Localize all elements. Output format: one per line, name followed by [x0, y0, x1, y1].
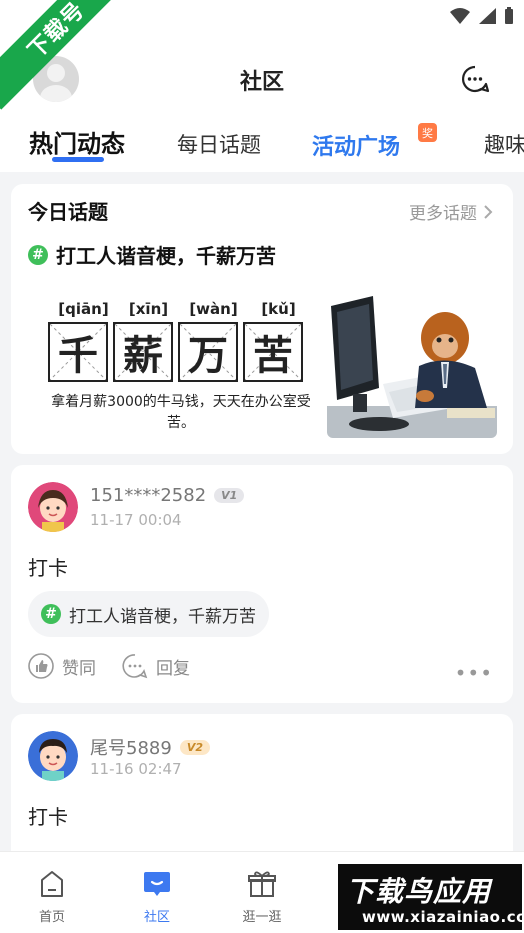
pinyin-row: [qiān] [xīn] [wàn] [kǔ]: [51, 300, 311, 318]
like-label: 赞同: [62, 658, 96, 679]
username[interactable]: 尾号5889: [90, 734, 172, 760]
topic-illustration: [327, 296, 497, 438]
pinyin: [qiān]: [58, 300, 109, 318]
user-avatar[interactable]: [28, 482, 78, 532]
page-title: 社区: [239, 70, 284, 95]
pinyin: [kǔ]: [261, 300, 296, 318]
nav-explore[interactable]: 逛一逛: [232, 868, 292, 925]
char-box: 薪: [113, 322, 173, 382]
character-grid: 千 薪 万 苦: [48, 322, 303, 382]
username[interactable]: 151****2582: [90, 485, 206, 506]
monkey-at-desk-illustration: [327, 296, 497, 438]
more-topics-label: 更多话题: [409, 204, 477, 224]
char-box: 万: [178, 322, 238, 382]
app-header: 社区: [0, 34, 524, 124]
topic-headline[interactable]: # 打工人谐音梗，千薪万苦: [28, 240, 276, 269]
hashtag-icon: #: [41, 604, 61, 624]
community-icon: [144, 872, 170, 896]
chat-bubble-icon: [462, 65, 490, 93]
reply-button[interactable]: 回复: [122, 653, 190, 679]
char: 薪: [123, 332, 163, 379]
hashtag-icon: #: [28, 244, 48, 265]
post-user-row: 151****2582 V1: [90, 485, 245, 506]
tab-daily-topic[interactable]: 每日话题: [177, 129, 261, 159]
nav-community[interactable]: 社区: [127, 868, 187, 925]
wifi-icon: [450, 8, 470, 24]
tab-active-indicator: [52, 157, 104, 162]
nav-home[interactable]: 首页: [22, 868, 82, 925]
tab-hot[interactable]: 热门动态: [29, 124, 125, 159]
pinyin: [xīn]: [128, 300, 169, 318]
award-badge: 奖: [418, 123, 437, 142]
tab-fun[interactable]: 趣味: [484, 129, 524, 159]
nav-community-label: 社区: [143, 910, 170, 925]
post-text: 打卡: [28, 556, 68, 580]
post-topic-tag[interactable]: # 打工人谐音梗，千薪万苦: [28, 591, 269, 637]
nav-home-label: 首页: [38, 910, 65, 925]
char-box: 苦: [243, 322, 303, 382]
char: 万: [188, 332, 228, 379]
topic-headline-text: 打工人谐音梗，千薪万苦: [56, 244, 276, 268]
topic-caption: 拿着月薪3000的牛马钱，天天在办公室受苦。: [51, 394, 311, 431]
char: 千: [58, 332, 98, 379]
post-actions: 赞同 回复: [28, 653, 190, 679]
more-topics-link[interactable]: 更多话题: [409, 199, 493, 224]
gift-icon: [248, 871, 276, 897]
post-user-row: 尾号5889 V2: [90, 734, 210, 760]
home-icon: [41, 871, 63, 897]
watermark-banner-url: www.xiazainiao.com: [362, 908, 524, 926]
reply-label: 回复: [156, 658, 190, 679]
battery-icon: [505, 7, 513, 24]
nav-explore-label: 逛一逛: [242, 910, 282, 925]
level-badge: V1: [214, 488, 245, 503]
tab-bar: 热门动态 每日话题 活动广场 奖 趣味: [0, 114, 524, 172]
level-badge: V2: [179, 739, 210, 755]
girl-avatar-icon: [28, 482, 78, 532]
thumbs-up-icon: [28, 653, 54, 679]
comment-icon: [122, 654, 148, 679]
post-text: 打卡: [28, 805, 68, 829]
like-button[interactable]: 赞同: [28, 653, 96, 679]
post-topic-tag-label: 打工人谐音梗，千薪万苦: [69, 606, 256, 627]
signal-icon: [479, 8, 496, 24]
user-avatar[interactable]: [28, 731, 78, 781]
status-icons: [450, 7, 514, 25]
post-time: 11-16 02:47: [90, 760, 182, 778]
char: 苦: [253, 332, 293, 379]
daily-topic-card[interactable]: 今日话题 更多话题 # 打工人谐音梗，千薪万苦 [qiān] [xīn] [wà…: [11, 184, 513, 454]
tab-event-square[interactable]: 活动广场: [312, 129, 400, 161]
char-box: 千: [48, 322, 108, 382]
boy-avatar-icon: [28, 731, 78, 781]
post-time: 11-17 00:04: [90, 511, 182, 529]
more-options-icon[interactable]: •••: [455, 661, 493, 685]
watermark-banner-title: 下载鸟应用: [346, 875, 492, 908]
message-button[interactable]: [460, 64, 490, 94]
card-title: 今日话题: [28, 200, 108, 224]
pinyin: [wàn]: [189, 300, 238, 318]
chevron-right-icon: [484, 204, 493, 219]
watermark-banner: 下载鸟应用 www.xiazainiao.com: [338, 864, 524, 930]
post-card[interactable]: 151****2582 V1 11-17 00:04 打卡 # 打工人谐音梗，千…: [11, 465, 513, 703]
